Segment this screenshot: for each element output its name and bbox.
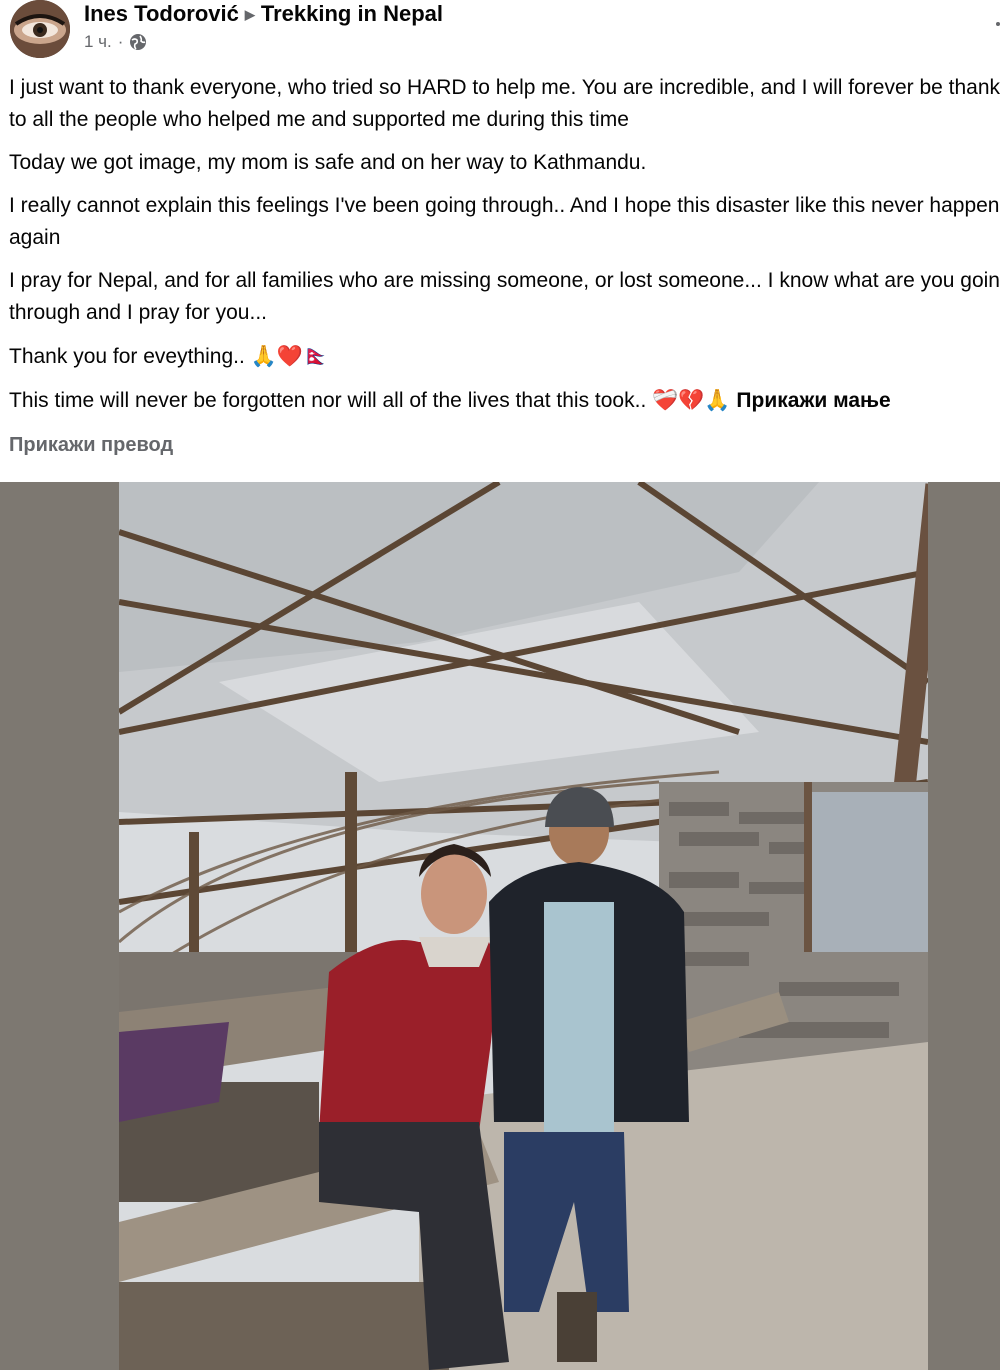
post-photo-container[interactable] xyxy=(0,482,1000,1370)
final-paragraph: This time will never be forgotten nor wi… xyxy=(9,384,1000,417)
caret-right-icon: ▶ xyxy=(244,7,255,22)
author-line: Ines Todorović ▶ Trekking in Nepal xyxy=(84,0,443,29)
see-translation-link[interactable]: Прикажи превод xyxy=(9,434,173,457)
thanks-paragraph: Thank you for eveything.. 🙏❤️🇳🇵 xyxy=(9,340,1000,373)
post-header: Ines Todorović ▶ Trekking in Nepal 1 ч. · xyxy=(0,0,1000,70)
post-time[interactable]: 1 ч. xyxy=(84,32,112,52)
see-less-link[interactable]: Прикажи мање xyxy=(736,389,890,412)
post-paragraph: I pray for Nepal, and for all families w… xyxy=(9,269,1000,324)
final-emojis: ❤️‍🩹💔🙏 xyxy=(652,388,731,412)
group-name[interactable]: Trekking in Nepal xyxy=(261,1,443,26)
post-body: I just want to thank everyone, who tried… xyxy=(9,72,1000,428)
post-meta: 1 ч. · xyxy=(84,32,147,52)
final-text: This time will never be forgotten nor wi… xyxy=(9,389,647,412)
post-photo[interactable] xyxy=(119,482,928,1370)
author-avatar[interactable] xyxy=(10,0,70,58)
meta-separator: · xyxy=(117,32,124,51)
globe-icon[interactable] xyxy=(129,33,147,51)
thanks-text: Thank you for eveything.. xyxy=(9,345,245,368)
post-paragraph: I really cannot explain this feelings I'… xyxy=(9,194,1000,249)
post-paragraph: I just want to thank everyone, who tried… xyxy=(9,76,1000,131)
more-options-icon[interactable] xyxy=(996,22,1000,26)
post-paragraph: Today we got image, my mom is safe and o… xyxy=(9,151,647,174)
author-name[interactable]: Ines Todorović xyxy=(84,1,239,26)
thanks-emojis: 🙏❤️🇳🇵 xyxy=(250,344,330,368)
